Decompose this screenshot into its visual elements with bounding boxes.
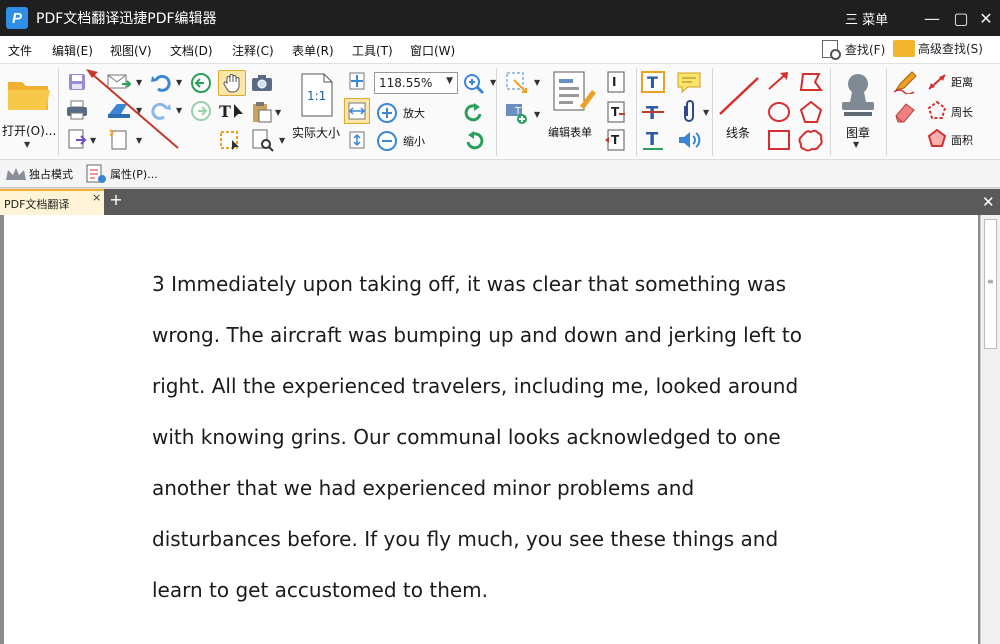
annotation-arrow — [86, 69, 179, 149]
